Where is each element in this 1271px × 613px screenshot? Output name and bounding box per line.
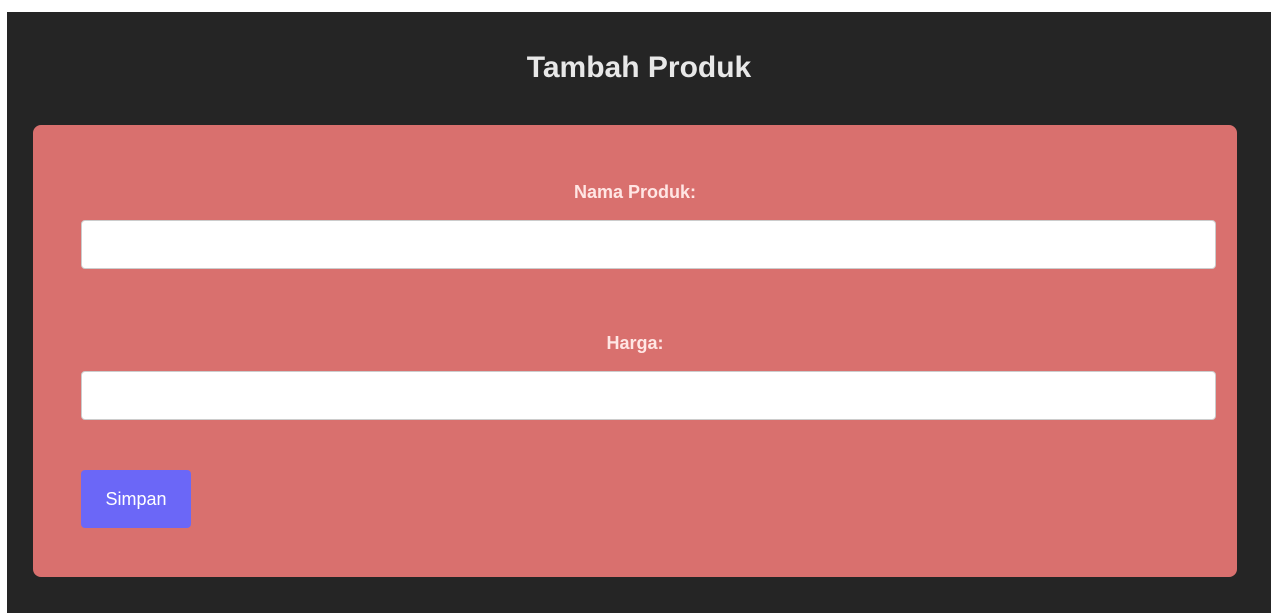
price-input[interactable] (81, 371, 1216, 420)
product-name-label: Nama Produk: (573, 182, 697, 202)
add-product-form: Nama Produk: Harga: Simpan (33, 125, 1237, 577)
save-button[interactable]: Simpan (81, 470, 191, 528)
product-name-input[interactable] (81, 220, 1216, 269)
page-container: Tambah Produk Nama Produk: Harga: Simpan (7, 12, 1271, 613)
page-title: Tambah Produk (526, 51, 752, 84)
price-label: Harga: (606, 333, 664, 353)
